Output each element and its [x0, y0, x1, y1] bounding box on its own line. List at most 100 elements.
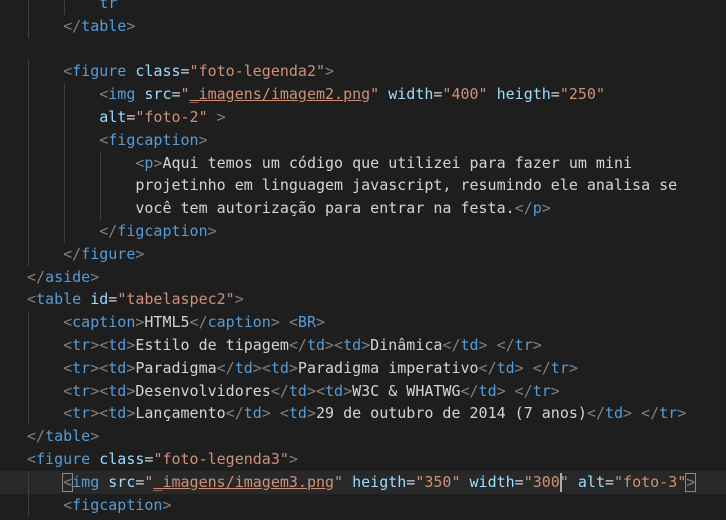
- indent-guide: [28, 493, 29, 517]
- code-token-link: _imagens/imagem2.png: [189, 85, 371, 104]
- code-line[interactable]: </table>: [63, 15, 135, 38]
- indent-guide: [64, 197, 66, 220]
- code-line[interactable]: alt="foto-2" >: [99, 106, 225, 129]
- code-line[interactable]: <table id="tabelaspec2">: [27, 288, 244, 311]
- code-token-br: >: [261, 404, 271, 423]
- code-line[interactable]: <tr><td>Paradigma</td><td>Paradigma impe…: [63, 357, 578, 380]
- code-token-br: >: [478, 336, 488, 354]
- code-token-br: </: [288, 336, 307, 354]
- code-token-tag: table: [36, 290, 82, 309]
- code-token-br: >: [550, 381, 560, 400]
- code-line[interactable]: <tr><td>Estilo de tipagem</td><td>Dinâmi…: [63, 334, 542, 357]
- indent-guide: [28, 60, 29, 84]
- code-token-txt: 29 de outubro de 2014 (7 anos): [315, 404, 587, 423]
- code-token-br: >: [126, 336, 136, 354]
- code-token-str: "300": [523, 472, 569, 491]
- code-token-br: >: [306, 404, 316, 423]
- code-token-br: <: [99, 130, 109, 149]
- indent-guide: [64, 0, 66, 15]
- code-token-br: </: [27, 267, 46, 286]
- code-token-tag: td: [496, 358, 515, 377]
- code-token-tag: aside: [45, 267, 91, 286]
- code-token-eq: =: [514, 472, 524, 491]
- code-token-tag: td: [288, 381, 307, 400]
- code-token-tag: figcaption: [72, 495, 163, 514]
- code-line[interactable]: <img src="_imagens/imagem2.png" width="4…: [99, 83, 605, 106]
- code-token-tag: figure: [81, 244, 136, 263]
- code-token-tag: tr: [72, 381, 91, 400]
- code-token-br: >: [90, 267, 100, 286]
- code-token-br: ><: [306, 381, 326, 400]
- indent-guide: [28, 197, 29, 220]
- code-token-br: </: [532, 358, 551, 377]
- code-token-tag: caption: [207, 313, 271, 332]
- code-token-br: >: [126, 358, 136, 377]
- code-token-tag: figure: [72, 62, 127, 81]
- indent-guide: [28, 128, 29, 152]
- code-line[interactable]: <p>Aqui temos um código que utilizei par…: [135, 152, 632, 175]
- code-token-tag: td: [460, 336, 479, 354]
- code-line[interactable]: tr: [99, 0, 117, 15]
- code-line[interactable]: <img src="_imagens/imagem3.png" heigth="…: [63, 471, 695, 494]
- code-line[interactable]: </figcaption>: [99, 220, 216, 243]
- code-token-str: "foto-legenda3": [153, 450, 289, 468]
- code-token-txt: W3C & WHATWG: [352, 381, 461, 400]
- code-token-txt: Paradigma: [135, 358, 217, 377]
- code-token-attr: alt: [577, 472, 605, 491]
- code-line[interactable]: <figure class="foto-legenda2">: [63, 60, 334, 83]
- code-token-tag: td: [306, 336, 326, 354]
- code-line[interactable]: você tem autorização para entrar na fest…: [135, 197, 550, 220]
- code-token-attr: heigth: [352, 472, 407, 491]
- code-token-br: </: [63, 244, 82, 263]
- code-line[interactable]: <caption>HTML5</caption> <BR>: [63, 311, 325, 334]
- code-token-tag: td: [234, 358, 253, 377]
- code-token-br: >: [325, 62, 335, 81]
- indent-guide: [64, 151, 66, 175]
- code-token-tag: td: [108, 336, 127, 354]
- code-line[interactable]: </aside>: [27, 266, 99, 289]
- indent-guide: [28, 106, 29, 129]
- code-token-txt: Lançamento: [135, 404, 226, 423]
- code-token-br: <: [279, 404, 289, 423]
- code-token-br: ><: [325, 336, 344, 354]
- code-token-tag: BR: [297, 313, 316, 332]
- code-token-tag: tr: [514, 336, 533, 354]
- code-token-str: "foto-2": [135, 108, 208, 126]
- code-token-eq: =: [406, 472, 416, 491]
- code-token-br: <: [63, 336, 73, 354]
- code-line[interactable]: projetinho em linguagem javascript, resu…: [135, 174, 677, 197]
- code-token-txt: Desenvolvidores: [135, 381, 271, 400]
- code-token-attr: width: [469, 472, 515, 491]
- code-token-br: ><: [90, 381, 109, 400]
- code-token-attr: class: [135, 62, 181, 81]
- code-line[interactable]: <tr><td>Desenvolvidores</td><td>W3C & WH…: [63, 380, 560, 403]
- code-token-br: </: [586, 404, 605, 423]
- code-token-br: </: [460, 381, 479, 400]
- code-line[interactable]: <figure class="foto-legenda3">: [27, 448, 298, 471]
- indent-guide: [28, 220, 29, 243]
- indent-guide: [28, 14, 29, 38]
- code-token-tag: tr: [550, 358, 569, 377]
- code-token-br: </: [514, 199, 533, 218]
- code-line[interactable]: </figure>: [63, 243, 144, 266]
- code-token-br: >: [135, 244, 145, 263]
- code-line[interactable]: <tr><td>Lançamento</td> <td>29 de outubr…: [63, 402, 686, 425]
- code-line[interactable]: <figcaption>: [99, 129, 207, 152]
- code-token-br: >: [288, 450, 298, 468]
- code-token-br: ><: [90, 404, 109, 423]
- code-line[interactable]: </table>: [27, 425, 99, 448]
- indent-guide: [28, 311, 29, 334]
- indent-guide: [28, 242, 29, 266]
- code-editor[interactable]: tr </table> <figure class="foto-legenda2">…: [0, 0, 726, 520]
- indent-guide: [64, 220, 66, 243]
- code-line[interactable]: <figcaption>: [63, 494, 171, 517]
